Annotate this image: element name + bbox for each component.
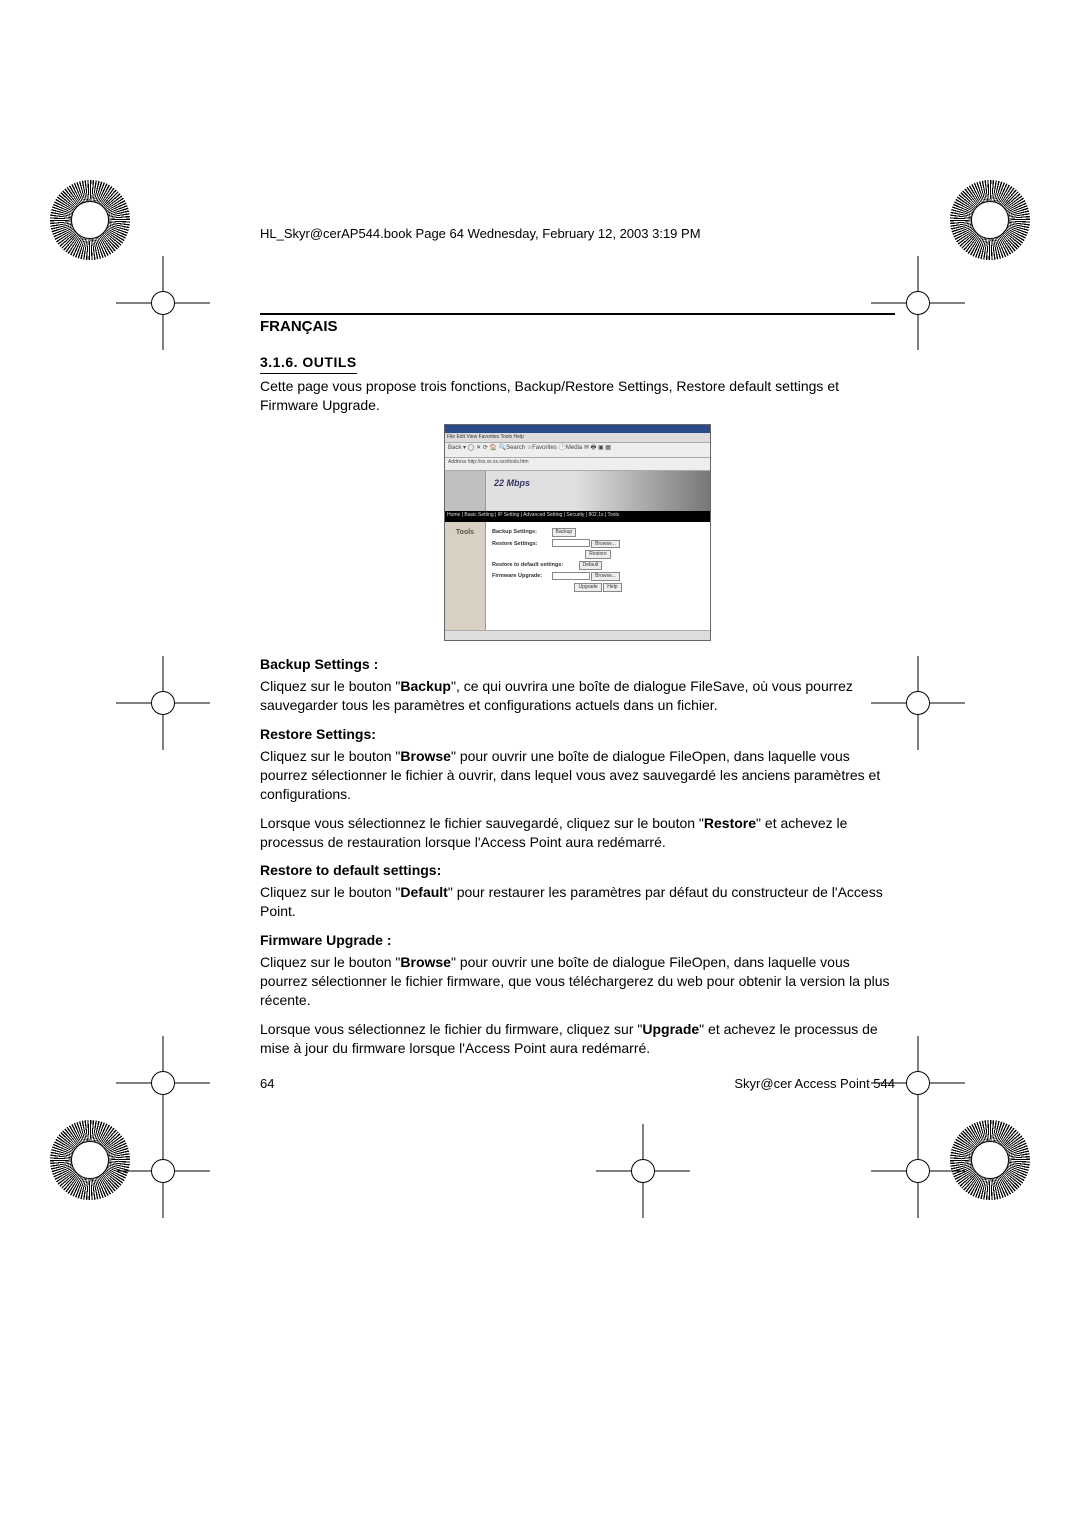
firmware-paragraph-2: Lorsque vous sélectionnez le fichier du … [260,1020,895,1058]
restore-paragraph-1: Cliquez sur le bouton "Browse" pour ouvr… [260,747,895,804]
upgrade-button[interactable]: Upgrade [574,583,601,592]
divider [260,313,895,315]
tools-panel: Backup Settings: Backup Restore Settings… [486,522,710,632]
embedded-screenshot: File Edit View Favorites Tools Help Back… [444,424,711,641]
firmware-browse-button[interactable]: Browse... [591,572,620,581]
browse-keyword: Browse [400,748,451,764]
page-banner: 22 Mbps [445,471,710,511]
backup-heading: Backup Settings : [260,655,895,674]
window-titlebar [445,425,710,433]
registration-rosette [950,180,1030,260]
product-name: Skyr@cer Access Point 544 [734,1075,895,1093]
registration-mark [150,690,176,716]
firmware-label: Firmware Upgrade: [492,573,550,580]
browser-toolbar: Back ▾ ◯ ✕ ⟳ 🏠 🔍Search ☆Favorites 🕑Media… [445,443,710,458]
firmware-paragraph-1: Cliquez sur le bouton "Browse" pour ouvr… [260,953,895,1010]
sidebar-label: Tools [445,522,486,632]
registration-rosette [50,180,130,260]
page-footer: 64 Skyr@cer Access Point 544 [260,1075,895,1093]
browser-address-bar: Address http://xx.xx.xx.xxx/tools.htm [445,458,710,471]
registration-rosette [950,1120,1030,1200]
language-heading: FRANÇAIS [260,317,895,337]
section-title: 3.1.6. OUTILS [260,353,357,374]
registration-mark [630,1158,656,1184]
restore-keyword: Restore [704,815,756,831]
browse-keyword: Browse [400,954,451,970]
registration-mark [150,290,176,316]
registration-mark [905,290,931,316]
browse-button[interactable]: Browse... [591,540,620,549]
browser-menubar: File Edit View Favorites Tools Help [445,433,710,443]
backup-label: Backup Settings: [492,529,550,536]
help-button[interactable]: Help [603,583,621,592]
firmware-heading: Firmware Upgrade : [260,931,895,950]
banner-image [445,471,486,511]
default-heading: Restore to default settings: [260,861,895,880]
text: Cliquez sur le bouton " [260,748,400,764]
text: Lorsque vous sélectionnez le fichier sau… [260,815,704,831]
text: Cliquez sur le bouton " [260,678,400,694]
intro-paragraph: Cette page vous propose trois fonctions,… [260,377,895,415]
text: Cliquez sur le bouton " [260,884,400,900]
registration-mark [905,690,931,716]
brand-logo-text: 22 Mbps [494,477,530,489]
backup-keyword: Backup [400,678,451,694]
default-keyword: Default [400,884,447,900]
page-number: 64 [260,1075,274,1093]
default-paragraph: Cliquez sur le bouton "Default" pour res… [260,883,895,921]
firmware-file-input[interactable] [552,572,590,580]
nav-tabs: Home | Basic Setting | IP Setting | Adva… [445,511,710,522]
backup-paragraph: Cliquez sur le bouton "Backup", ce qui o… [260,677,895,715]
text: Cliquez sur le bouton " [260,954,400,970]
restore-file-input[interactable] [552,539,590,547]
restore-label: Restore Settings: [492,541,550,548]
registration-mark [905,1158,931,1184]
text: Lorsque vous sélectionnez le fichier du … [260,1021,642,1037]
restore-paragraph-2: Lorsque vous sélectionnez le fichier sau… [260,814,895,852]
upgrade-keyword: Upgrade [642,1021,699,1037]
print-run-header: HL_Skyr@cerAP544.book Page 64 Wednesday,… [260,225,895,243]
default-button[interactable]: Default [579,561,603,570]
restore-button[interactable]: Restore [585,550,611,559]
registration-mark [150,1070,176,1096]
backup-button[interactable]: Backup [552,528,577,537]
registration-mark [905,1070,931,1096]
restore-heading: Restore Settings: [260,725,895,744]
page-content: HL_Skyr@cerAP544.book Page 64 Wednesday,… [260,225,895,1068]
browser-statusbar [445,630,710,640]
registration-mark [150,1158,176,1184]
default-label: Restore to default settings: [492,562,577,569]
registration-rosette [50,1120,130,1200]
